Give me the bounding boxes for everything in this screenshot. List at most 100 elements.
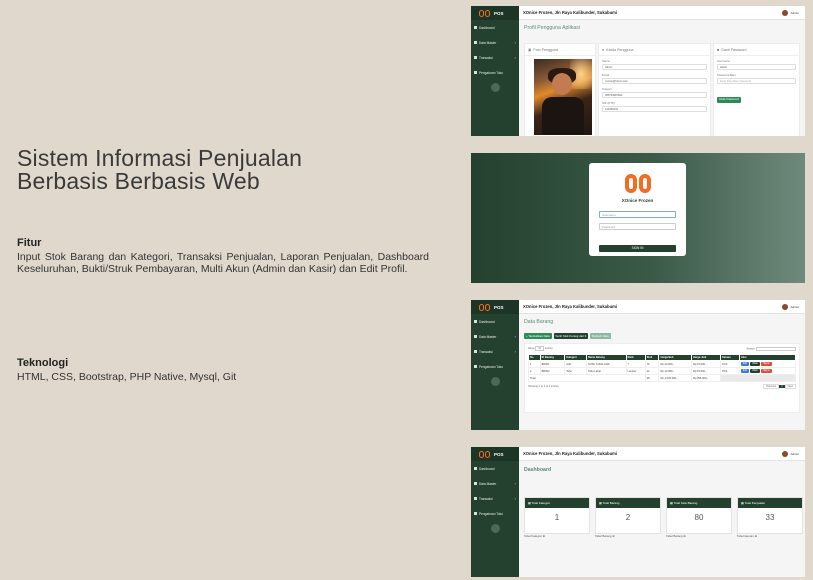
button-label: Ubah Password [719,97,739,101]
user-menu[interactable]: Admin [782,304,799,310]
table-info: Showing 1 to 2 of 2 entries [528,385,559,388]
card-header: ▦ Total Barang [596,498,660,508]
topbar: XOnice Frozen, Jln Raya Kalibunder, Suka… [519,447,805,461]
password-input[interactable]: Password [599,223,676,230]
table-cell: ? [625,360,646,368]
nik-field[interactable]: 123456233 [602,106,707,112]
sidebar-item-transaksi[interactable]: Transaksi › [471,344,519,359]
store-title: XOnice Frozen, Jln Raya Kalibunder, Suka… [523,304,618,309]
chevron-right-icon: › [514,334,516,339]
refresh-button[interactable]: Refresh Data [590,333,611,339]
sidebar-item-pengaturan[interactable]: Pengaturan Toko [471,359,519,374]
table-cell: Tahu Lebar [586,367,627,375]
page-title: Profil Pengguna Aplikasi [524,25,580,31]
sidebar-label: Dashboard [479,466,495,471]
table-cell: Rp.12.000,- [658,360,693,368]
hero-title-line2: Berbasis Berbasis Web [17,168,260,194]
sidebar-item-transaksi[interactable]: Transaksi › [471,491,519,506]
sign-in-button[interactable]: SIGN IN [599,245,676,252]
home-icon [474,320,477,323]
xo-logo-icon [625,174,651,193]
search-control[interactable]: Search: [746,347,796,351]
database-icon [474,482,477,485]
action-button-hapus[interactable]: Hapus [760,362,772,366]
topbar: XOnice Frozen, Jln Raya Kalibunder, Suka… [519,300,805,314]
link-kategori[interactable]: Tabel Kategori ⊕ [524,534,545,538]
sidebar-item-dashboard[interactable]: Dashboard [471,20,519,35]
action-button-hapus[interactable]: Hapus [760,369,772,373]
sidebar-toggle-button[interactable] [490,524,500,533]
user-photo[interactable] [534,59,592,135]
chevron-right-icon: › [514,349,516,354]
stat-card-stok: ▦ Total Stok Barang 80 [666,497,732,534]
action-button-edit[interactable]: Edit [740,369,749,373]
user-menu[interactable]: Admin [782,10,799,16]
card-value: 2 [625,513,631,522]
user-menu[interactable]: Admin [782,451,799,457]
sidebar-toggle-button[interactable] [490,83,500,92]
action-button-ubah[interactable]: Ubah [749,362,760,366]
page-1-button[interactable]: 1 [779,385,785,388]
gear-icon [474,71,477,74]
sidebar-item-data-master[interactable]: Data Master › [471,35,519,50]
phone-field[interactable]: 085734987690 [602,92,707,98]
search-input[interactable] [756,347,796,351]
entries-control[interactable]: Show 10 entries [528,346,553,351]
new-password-field[interactable]: Enter Pass Baru Password [717,78,796,84]
username-input[interactable]: Username [599,211,676,218]
sidebar-toggle-button[interactable] [490,377,500,386]
table-cell: 1 [528,360,541,368]
stat-card-barang: ▦ Total Barang 2 [595,497,661,534]
table-cell: 22 [644,367,660,375]
home-icon [474,467,477,470]
table-cell: BR002 [539,367,566,375]
action-cell: Edit Ubah Hapus [738,367,797,375]
table-card: Show 10 entries Search: No. ID Barang Kate… [524,343,800,413]
action-button-ubah[interactable]: Ubah [749,369,760,373]
sidebar-item-pengaturan[interactable]: Pengaturan Toko [471,506,519,521]
sidebar-item-transaksi[interactable]: Transaksi › [471,50,519,65]
link-stok[interactable]: Tabel Barang ⊕ [666,534,686,538]
sidebar-item-data-master[interactable]: Data Master › [471,329,519,344]
entries-select[interactable]: 10 [535,346,545,351]
next-page-button[interactable]: Next [784,384,796,389]
table-cell: PCS [720,367,740,375]
xo-logo-icon [479,303,490,311]
field-label: NIK (KTP) [602,101,615,105]
field-label: Password Baru [717,73,736,77]
barang-screenshot: POS Dashboard Data Master › Transaksi › Pe… [471,300,805,430]
prev-page-button[interactable]: Previous [763,384,780,389]
table-cell: Tahu [564,367,588,375]
chevron-right-icon: › [514,55,516,60]
home-icon [474,26,477,29]
total-cell [720,374,796,382]
hero-title: Sistem Informasi Penjualan Berbasis Berb… [17,147,302,193]
email-field[interactable]: xonice@frozen.com [602,78,707,84]
total-cell: Total [528,374,646,382]
user-name: Admin [790,11,799,15]
sort-stock-button[interactable]: Sortir Stok Kurang dari 3 [553,333,589,339]
sidebar-item-dashboard[interactable]: Dashboard [471,461,519,476]
brand-label: POS [494,10,504,16]
name-field[interactable]: Admin [602,64,707,70]
gear-icon [474,512,477,515]
card-header: ▦ Total Kategori [525,498,589,508]
sidebar-label: Transaksi [479,349,493,354]
main-content: Data Barang + Tambahkan Data Sortir Stok… [519,314,805,430]
card-title: Total Stok Barang [673,501,698,505]
change-password-button[interactable]: Ubah Password [717,96,741,103]
link-laporan[interactable]: Tabel laporan ⊕ [737,534,757,538]
link-barang[interactable]: Tabel Barang ⊕ [595,534,615,538]
store-title: XOnice Frozen, Jln Raya Kalibunder, Suka… [523,451,618,456]
sidebar-label: Transaksi [479,55,493,60]
brand-label: POS [494,304,504,310]
sidebar-item-data-master[interactable]: Data Master › [471,476,519,491]
profile-data-card: ● Kelola Pengguna Nama Admin Email xonice… [598,43,711,136]
sidebar-item-dashboard[interactable]: Dashboard [471,314,519,329]
add-data-button[interactable]: + Tambahkan Data [524,333,552,339]
action-button-edit[interactable]: Edit [740,362,749,366]
username-field[interactable]: admin [717,64,796,70]
button-label: Refresh Data [592,333,609,338]
table-row: 1 BR001 ssfd SUSU KUDA LIAR? 76 Rp.12.000,- Rp… [528,360,797,368]
sidebar-item-pengaturan[interactable]: Pengaturan Toko [471,65,519,80]
